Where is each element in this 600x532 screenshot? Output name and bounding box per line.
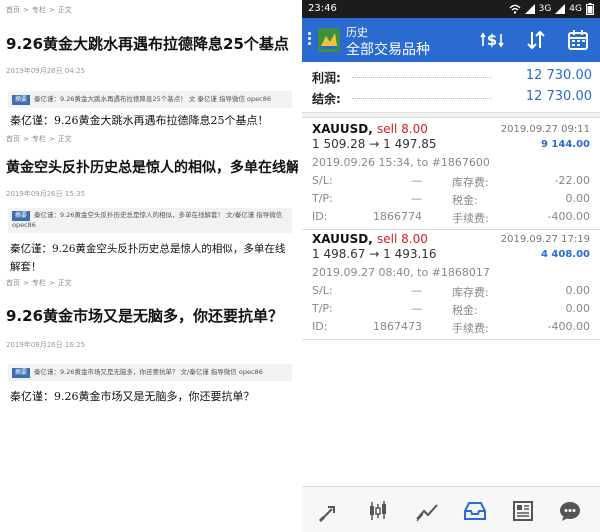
deal-open-info: 2019.09.26 15:34, to #1867600	[312, 156, 490, 169]
balance-label: 结余:	[312, 92, 341, 106]
app-bar: 历史 全部交易品种 $	[302, 18, 600, 62]
symbol-filter[interactable]: 全部交易品种	[346, 39, 430, 59]
article-feed: 首页 > 专栏 > 正文 9.26黄金大跳水再遇布拉德降息25个基点 2019年09月2…	[0, 0, 298, 532]
deal-id: 1867473	[373, 320, 422, 333]
deal-tp: —	[411, 192, 422, 205]
status-bar: 23:46 3G 4G	[302, 0, 600, 18]
deal-item[interactable]: XAUUSD, sell 8.00 2019.09.27 09:11 1 509…	[302, 118, 600, 230]
deal-sl: —	[411, 174, 422, 187]
summary-tag: 摘要	[12, 368, 31, 378]
history-icon[interactable]	[463, 499, 487, 523]
breadcrumb: 首页 > 专栏 > 正文	[6, 279, 72, 287]
article-title[interactable]: 9.26黄金大跳水再遇布拉德降息25个基点	[6, 34, 294, 54]
trading-app: 23:46 3G 4G 历史 全部交易品种 $ 利润: 12 730.00 结余…	[302, 0, 600, 532]
deal-close-time: 2019.09.27 17:19	[500, 234, 590, 245]
deal-item[interactable]: XAUUSD, sell 8.00 2019.09.27 17:19 1 498…	[302, 228, 600, 340]
deal-prices: 1 498.67 → 1 493.16	[312, 247, 437, 261]
deal-tp: —	[411, 302, 422, 315]
breadcrumb-column[interactable]: 专栏	[32, 135, 46, 143]
article-title[interactable]: 9.26黄金市场又是无脑多，你还要抗单？	[6, 306, 294, 326]
deal-side: sell 8.00	[377, 122, 428, 136]
deal-details: S/L: — 库存费: -22.00 T/P: — 税金: 0.00 ID: 1866774 手…	[312, 174, 591, 225]
article-title[interactable]: 黄金空头反扑历史总是惊人的相似，多单在线解	[6, 158, 298, 178]
deal-tax: 0.00	[565, 192, 591, 205]
deal-fee: -400.00	[547, 320, 590, 333]
chart-icon[interactable]	[415, 499, 439, 523]
battery-icon	[586, 3, 594, 15]
deal-sl: —	[411, 284, 422, 297]
balance-value: 12 730.00	[525, 89, 592, 104]
deal-profit: 9 144.00	[540, 139, 590, 150]
news-icon[interactable]	[511, 499, 535, 523]
deal-swap: 0.00	[565, 284, 591, 297]
summary-tag: 摘要	[12, 211, 31, 221]
article-summary: 摘要 秦亿谨：9.26黄金市场又是无脑多，你还要抗单？ 文/秦亿谨 指导微信 op…	[8, 364, 292, 381]
breadcrumb-home[interactable]: 首页	[6, 135, 20, 143]
candles-icon[interactable]	[366, 499, 390, 523]
bottom-nav	[302, 486, 600, 532]
breadcrumb-current: 正文	[57, 279, 72, 287]
deal-tax: 0.00	[565, 302, 591, 315]
breadcrumb-column[interactable]: 专栏	[32, 6, 46, 14]
breadcrumb: 首页 > 专栏 > 正文	[6, 6, 72, 14]
article-date: 2019年09月26日 15:35	[6, 190, 86, 198]
deal-side: sell 8.00	[377, 232, 428, 246]
currency-sort-icon[interactable]: $	[480, 28, 504, 52]
deal-swap: -22.00	[554, 174, 590, 187]
deal-open-info: 2019.09.27 08:40, to #1868017	[312, 266, 490, 279]
summary-tag: 摘要	[12, 95, 31, 105]
deal-prices: 1 509.28 → 1 497.85	[312, 137, 437, 151]
profit-value: 12 730.00	[525, 68, 592, 83]
calendar-icon[interactable]	[566, 28, 590, 52]
signal-icon	[524, 4, 535, 14]
app-logo-icon[interactable]	[318, 28, 340, 52]
sort-icon[interactable]	[524, 28, 548, 52]
profit-label: 利润:	[312, 71, 341, 85]
deal-id: 1866774	[373, 210, 422, 223]
breadcrumb-current: 正文	[57, 135, 72, 143]
wifi-icon	[509, 4, 521, 14]
profit-row: 利润: 12 730.00	[312, 68, 592, 86]
breadcrumb-current: 正文	[57, 6, 72, 14]
signal-icon	[555, 4, 566, 14]
app-subtitle: 历史	[346, 26, 368, 39]
balance-row: 结余: 12 730.00	[312, 89, 592, 107]
breadcrumb-home[interactable]: 首页	[6, 279, 20, 287]
network-label: 3G	[538, 4, 552, 14]
deal-close-time: 2019.09.27 09:11	[500, 124, 590, 135]
status-time: 23:46	[308, 3, 337, 14]
article-summary: 摘要 秦亿谨：9.26黄金大跳水再遇布拉德降息25个基点！ 文 秦亿谨 指导微信 …	[8, 91, 292, 108]
article-body: 秦亿谨：9.26黄金空头反扑历史总是惊人的相似，多单在线 解套！	[10, 243, 286, 273]
deal-symbol: XAUUSD, sell 8.00	[312, 122, 428, 136]
deal-profit: 4 408.00	[540, 249, 590, 260]
breadcrumb-home[interactable]: 首页	[6, 6, 20, 14]
article-body: 秦亿谨：9.26黄金市场又是无脑多，你还要抗单？	[10, 390, 255, 403]
article-date: 2019年09月26日 16:25	[6, 341, 86, 349]
network-label: 4G	[569, 4, 582, 14]
article-summary: 摘要 秦亿谨：9.26黄金空头反扑历史总是惊人的相似，多单在线解套！ 文/秦亿谨 …	[8, 208, 292, 233]
svg-text:$: $	[487, 31, 497, 49]
deal-details: S/L: — 库存费: 0.00 T/P: — 税金: 0.00 ID: 1867473 手续费…	[312, 284, 591, 335]
breadcrumb-column[interactable]: 专栏	[32, 279, 46, 287]
article-body: 秦亿谨：9.26黄金大跳水再遇布拉德降息25个基点！	[10, 114, 269, 127]
breadcrumb: 首页 > 专栏 > 正文	[6, 135, 72, 143]
deal-fee: -400.00	[547, 210, 590, 223]
trade-icon[interactable]	[318, 499, 342, 523]
article-date: 2019年09月26日 04:25	[6, 67, 86, 75]
deal-symbol: XAUUSD, sell 8.00	[312, 232, 428, 246]
chat-icon[interactable]	[558, 499, 582, 523]
